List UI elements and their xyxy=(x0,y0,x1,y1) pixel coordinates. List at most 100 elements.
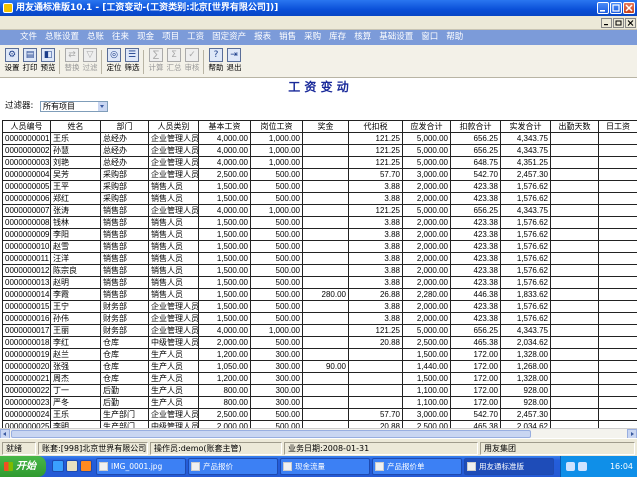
table-cell[interactable] xyxy=(302,312,349,325)
table-cell[interactable]: 钱林 xyxy=(50,216,101,229)
table-cell[interactable] xyxy=(598,384,637,397)
table-cell[interactable] xyxy=(550,324,599,337)
table-cell[interactable]: 财务部 xyxy=(100,324,149,337)
table-cell[interactable]: 1,000.00 xyxy=(250,144,303,157)
table-cell[interactable] xyxy=(598,276,637,289)
table-cell[interactable]: 280.00 xyxy=(302,288,349,301)
table-cell[interactable]: 423.38 xyxy=(450,276,501,289)
table-cell[interactable]: 1,576.62 xyxy=(500,252,551,265)
table-cell[interactable]: 采购部 xyxy=(100,180,149,193)
table-cell[interactable]: 0000000005 xyxy=(2,180,51,193)
table-cell[interactable]: 0000000013 xyxy=(2,276,51,289)
table-cell[interactable]: 2,457.30 xyxy=(500,408,551,421)
table-row[interactable]: 0000000007 张涛 销售部 企业管理人员 4,000.00 1,000.00 121… xyxy=(2,204,637,217)
table-cell[interactable]: 4,343.75 xyxy=(500,132,551,145)
table-cell[interactable]: 465.38 xyxy=(450,420,501,428)
table-cell[interactable] xyxy=(598,264,637,277)
table-cell[interactable]: 1,000.00 xyxy=(250,324,303,337)
table-cell[interactable] xyxy=(302,336,349,349)
table-cell[interactable]: 3.88 xyxy=(348,312,403,325)
audit-button[interactable]: ✓ 审核 xyxy=(183,48,201,76)
column-header[interactable]: 岗位工资 xyxy=(250,120,303,133)
chevron-down-icon[interactable] xyxy=(98,102,107,111)
table-cell[interactable]: 1,500.00 xyxy=(402,348,451,361)
menu-item[interactable]: 现金 xyxy=(137,30,154,45)
table-cell[interactable]: 500.00 xyxy=(250,408,303,421)
table-cell[interactable]: 500.00 xyxy=(250,168,303,181)
table-cell[interactable]: 0000000009 xyxy=(2,228,51,241)
table-cell[interactable] xyxy=(550,360,599,373)
table-cell[interactable]: 张强 xyxy=(50,360,101,373)
table-cell[interactable]: 仓库 xyxy=(100,348,149,361)
table-cell[interactable]: 928.00 xyxy=(500,384,551,397)
table-cell[interactable]: 财务部 xyxy=(100,300,149,313)
table-cell[interactable]: 2,000.00 xyxy=(198,336,251,349)
table-cell[interactable]: 生产人员 xyxy=(148,384,199,397)
table-cell[interactable]: 4,343.75 xyxy=(500,204,551,217)
table-cell[interactable]: 2,280.00 xyxy=(402,288,451,301)
table-cell[interactable]: 5,000.00 xyxy=(402,156,451,169)
table-cell[interactable]: 2,000.00 xyxy=(402,312,451,325)
table-cell[interactable]: 4,343.75 xyxy=(500,144,551,157)
table-cell[interactable]: 吴芳 xyxy=(50,168,101,181)
table-cell[interactable] xyxy=(550,216,599,229)
table-cell[interactable]: 王丽 xyxy=(50,324,101,337)
table-cell[interactable] xyxy=(302,216,349,229)
table-cell[interactable]: 648.75 xyxy=(450,156,501,169)
column-header[interactable]: 代扣税 xyxy=(348,120,403,133)
table-cell[interactable]: 孙慧 xyxy=(50,144,101,157)
preview-button[interactable]: ◧ 预览 xyxy=(39,48,57,76)
table-cell[interactable]: 542.70 xyxy=(450,408,501,421)
table-cell[interactable] xyxy=(598,156,637,169)
table-cell[interactable]: 销售人员 xyxy=(148,240,199,253)
table-cell[interactable] xyxy=(550,420,599,428)
table-cell[interactable]: 0000000020 xyxy=(2,360,51,373)
table-cell[interactable]: 1,576.62 xyxy=(500,228,551,241)
table-cell[interactable] xyxy=(550,336,599,349)
table-row[interactable]: 0000000006 郑红 采购部 销售人员 1,500.00 500.00 3.88 2,0… xyxy=(2,192,637,205)
start-button[interactable]: 开始 xyxy=(0,456,46,477)
table-cell[interactable]: 928.00 xyxy=(500,396,551,409)
table-cell[interactable]: 2,500.00 xyxy=(402,336,451,349)
table-cell[interactable]: 生产人员 xyxy=(148,360,199,373)
table-row[interactable]: 0000000004 吴芳 采购部 企业管理人员 2,500.00 500.00 57.70… xyxy=(2,168,637,181)
table-row[interactable]: 0000000010 赵雪 销售部 销售人员 1,500.00 500.00 3.88 2,0… xyxy=(2,240,637,253)
app-icon[interactable] xyxy=(3,3,13,13)
table-cell[interactable]: 4,000.00 xyxy=(198,204,251,217)
table-cell[interactable]: 500.00 xyxy=(250,264,303,277)
table-cell[interactable]: 3,000.00 xyxy=(402,168,451,181)
table-cell[interactable] xyxy=(550,132,599,145)
menu-item[interactable]: 工资 xyxy=(187,30,204,45)
table-cell[interactable]: 0000000014 xyxy=(2,288,51,301)
table-cell[interactable]: 销售部 xyxy=(100,276,149,289)
menu-item[interactable]: 采购 xyxy=(304,30,321,45)
table-cell[interactable]: 企业管理人员 xyxy=(148,204,199,217)
table-cell[interactable]: 中级管理人员 xyxy=(148,336,199,349)
table-cell[interactable]: 0000000012 xyxy=(2,264,51,277)
table-cell[interactable]: 1,500.00 xyxy=(198,252,251,265)
table-cell[interactable]: 企业管理人员 xyxy=(148,300,199,313)
table-cell[interactable]: 王乐 xyxy=(50,408,101,421)
table-cell[interactable]: 销售人员 xyxy=(148,288,199,301)
table-cell[interactable] xyxy=(598,240,637,253)
column-header[interactable]: 部门 xyxy=(100,120,149,133)
table-cell[interactable]: 1,576.62 xyxy=(500,240,551,253)
table-cell[interactable] xyxy=(302,396,349,409)
column-header[interactable]: 应发合计 xyxy=(402,120,451,133)
table-cell[interactable]: 销售人员 xyxy=(148,264,199,277)
table-cell[interactable]: 采购部 xyxy=(100,192,149,205)
table-cell[interactable] xyxy=(550,168,599,181)
ie-icon[interactable] xyxy=(52,460,64,472)
table-cell[interactable]: 1,200.00 xyxy=(198,372,251,385)
table-cell[interactable]: 3.88 xyxy=(348,252,403,265)
table-cell[interactable]: 销售部 xyxy=(100,204,149,217)
media-player-icon[interactable] xyxy=(80,460,92,472)
table-cell[interactable]: 陈宗良 xyxy=(50,264,101,277)
table-cell[interactable] xyxy=(348,348,403,361)
table-cell[interactable]: 1,328.00 xyxy=(500,372,551,385)
table-cell[interactable]: 500.00 xyxy=(250,180,303,193)
table-cell[interactable]: 4,351.25 xyxy=(500,156,551,169)
table-cell[interactable] xyxy=(598,204,637,217)
table-row[interactable]: 0000000014 李霞 销售部 销售人员 1,500.00 500.00 280.00 2… xyxy=(2,288,637,301)
table-cell[interactable]: 4,000.00 xyxy=(198,144,251,157)
